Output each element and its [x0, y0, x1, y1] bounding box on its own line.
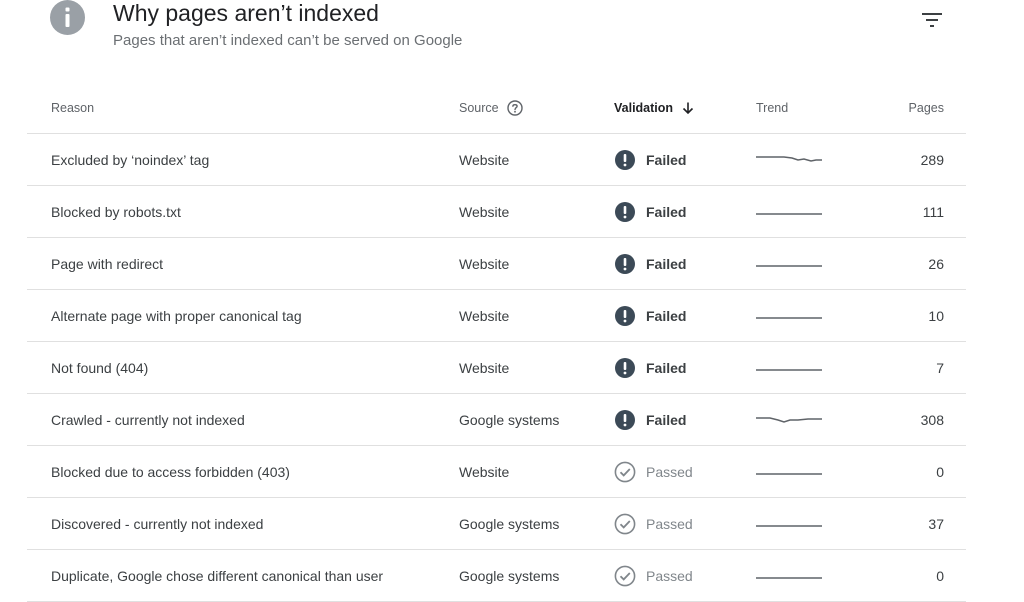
page-subtitle: Pages that aren’t indexed can’t be serve… — [113, 32, 463, 49]
info-icon — [50, 0, 85, 35]
help-icon[interactable] — [506, 99, 523, 116]
trend-sparkline — [756, 342, 822, 393]
pages-cell: 10 — [928, 307, 944, 324]
column-header-reason[interactable]: Reason — [51, 82, 94, 133]
reason-cell: Page with redirect — [51, 255, 164, 272]
reasons-table: Reason Source Validation Trend Pages Exc — [27, 82, 966, 602]
trend-sparkline — [756, 394, 822, 445]
table-row[interactable]: Alternate page with proper canonical tag… — [27, 290, 966, 342]
pages-cell: 289 — [920, 151, 944, 168]
reason-cell: Crawled - currently not indexed — [51, 411, 245, 428]
table-row[interactable]: Discovered - currently not indexed Googl… — [27, 498, 966, 550]
validation-cell: Failed — [614, 342, 686, 393]
validation-status: Failed — [646, 151, 687, 168]
reason-cell: Blocked due to access forbidden (403) — [51, 463, 290, 480]
table-row[interactable]: Blocked due to access forbidden (403) We… — [27, 446, 966, 498]
table-row[interactable]: Duplicate, Google chose different canoni… — [27, 550, 966, 602]
reason-cell: Blocked by robots.txt — [51, 203, 181, 220]
pages-cell: 26 — [928, 255, 944, 272]
validation-cell: Passed — [614, 446, 693, 497]
reason-cell: Not found (404) — [51, 359, 149, 376]
page-title: Why pages aren’t indexed — [113, 0, 379, 26]
pages-cell: 0 — [936, 463, 944, 480]
column-header-validation-label: Validation — [614, 100, 674, 115]
error-icon — [614, 253, 636, 275]
error-icon — [614, 357, 636, 379]
validation-status: Failed — [646, 203, 687, 220]
check-circle-icon — [614, 513, 636, 535]
source-cell: Website — [459, 255, 510, 272]
source-cell: Website — [459, 307, 510, 324]
trend-sparkline — [756, 238, 822, 289]
source-cell: Google systems — [459, 411, 560, 428]
table-row[interactable]: Excluded by ‘noindex’ tag Website Failed… — [27, 134, 966, 186]
trend-sparkline — [756, 134, 822, 185]
error-icon — [614, 305, 636, 327]
table-header-row: Reason Source Validation Trend Pages — [27, 82, 966, 134]
validation-cell: Passed — [614, 498, 693, 549]
trend-sparkline — [756, 186, 822, 237]
table-row[interactable]: Blocked by robots.txt Website Failed 111 — [27, 186, 966, 238]
column-header-source[interactable]: Source — [459, 82, 523, 133]
source-cell: Website — [459, 359, 510, 376]
filter-icon[interactable] — [920, 10, 944, 30]
error-icon — [614, 201, 636, 223]
arrow-down-icon — [681, 101, 695, 115]
pages-cell: 37 — [928, 515, 944, 532]
validation-cell: Failed — [614, 186, 686, 237]
validation-status: Passed — [646, 515, 693, 532]
validation-cell: Failed — [614, 134, 686, 185]
column-header-source-label: Source — [459, 100, 499, 115]
validation-status: Failed — [646, 359, 687, 376]
column-header-pages[interactable]: Pages — [909, 82, 944, 133]
table-row[interactable]: Crawled - currently not indexed Google s… — [27, 394, 966, 446]
validation-cell: Failed — [614, 290, 686, 341]
validation-status: Passed — [646, 463, 693, 480]
trend-sparkline — [756, 446, 822, 497]
trend-sparkline — [756, 498, 822, 549]
error-icon — [614, 409, 636, 431]
table-row[interactable]: Not found (404) Website Failed 7 — [27, 342, 966, 394]
validation-status: Failed — [646, 255, 687, 272]
pages-cell: 308 — [920, 411, 944, 428]
validation-cell: Failed — [614, 394, 686, 445]
pages-cell: 7 — [936, 359, 944, 376]
validation-cell: Failed — [614, 238, 686, 289]
source-cell: Website — [459, 463, 510, 480]
source-cell: Website — [459, 203, 510, 220]
pages-cell: 111 — [922, 203, 944, 220]
error-icon — [614, 149, 636, 171]
validation-status: Failed — [646, 307, 687, 324]
reason-cell: Discovered - currently not indexed — [51, 515, 264, 532]
column-header-trend[interactable]: Trend — [756, 82, 788, 133]
validation-status: Failed — [646, 411, 687, 428]
reason-cell: Alternate page with proper canonical tag — [51, 307, 302, 324]
reason-cell: Excluded by ‘noindex’ tag — [51, 151, 210, 168]
check-circle-icon — [614, 461, 636, 483]
table-row[interactable]: Page with redirect Website Failed 26 — [27, 238, 966, 290]
column-header-validation[interactable]: Validation — [614, 82, 695, 133]
trend-sparkline — [756, 290, 822, 341]
source-cell: Website — [459, 151, 510, 168]
source-cell: Google systems — [459, 515, 560, 532]
